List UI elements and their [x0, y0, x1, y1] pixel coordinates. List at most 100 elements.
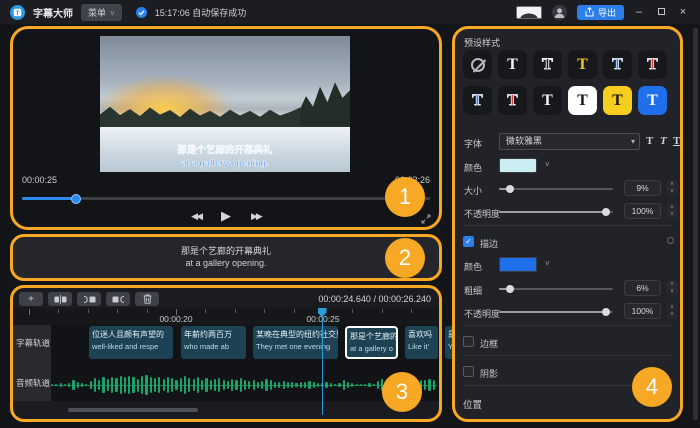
- seek-bar-handle[interactable]: [71, 194, 81, 204]
- text-color-swatch[interactable]: [499, 158, 537, 173]
- timeline-ruler[interactable]: 00:00:2000:00:25: [13, 308, 439, 325]
- play-button[interactable]: ▶: [221, 208, 231, 224]
- stroke-opacity-stepper[interactable]: [666, 303, 678, 319]
- size-slider[interactable]: [499, 188, 613, 190]
- stroke-weight-slider[interactable]: [499, 288, 613, 290]
- size-stepper[interactable]: [666, 180, 678, 196]
- border-checkbox[interactable]: [463, 336, 474, 347]
- shadow-checkbox[interactable]: [463, 366, 474, 377]
- italic-button[interactable]: T: [660, 135, 667, 147]
- preset-style-7[interactable]: T: [463, 86, 492, 115]
- subtitle-clip-1[interactable]: 位迷人且颇有声望的well-liked and respe: [89, 326, 173, 359]
- video-mini-thumbnail[interactable]: [516, 6, 542, 19]
- playback-controls: ◀◀ ▶ ▶▶: [13, 205, 439, 227]
- preset-style-8[interactable]: T: [498, 86, 527, 115]
- fullscreen-button[interactable]: [421, 211, 431, 229]
- timeline-toolbar: +: [19, 292, 159, 306]
- stroke-color-caret-icon[interactable]: [545, 259, 550, 268]
- stroke-weight-slider-handle[interactable]: [506, 285, 514, 293]
- preset-style-10[interactable]: T: [568, 86, 597, 115]
- waveform-bar: [201, 380, 203, 391]
- preset-T-glyph: T: [542, 93, 553, 109]
- delete-subtitle-button[interactable]: [135, 292, 159, 306]
- preset-T-glyph: T: [472, 93, 483, 109]
- divider: [463, 325, 672, 326]
- maximize-button[interactable]: [654, 6, 668, 18]
- subtitle-clip-4[interactable]: 那是个艺廊的at a gallery o: [345, 326, 398, 359]
- timeline-hscrollbar[interactable]: [68, 408, 198, 412]
- export-button[interactable]: 导出: [577, 5, 624, 20]
- size-slider-handle[interactable]: [506, 185, 514, 193]
- rewind-button[interactable]: ◀◀: [191, 211, 201, 222]
- bold-button[interactable]: T: [646, 135, 653, 147]
- menu-button[interactable]: 菜单: [81, 4, 122, 21]
- subtitle-clip-5[interactable]: 喜欢吗Like it': [405, 326, 438, 359]
- stroke-reset-icon[interactable]: [667, 237, 674, 244]
- stroke-weight-stepper[interactable]: [666, 280, 678, 296]
- caption-line2[interactable]: at a gallery opening.: [13, 258, 439, 268]
- waveform-bar: [141, 376, 143, 393]
- text-opacity-stepper[interactable]: [666, 203, 678, 219]
- merge-previous-button[interactable]: [77, 292, 101, 306]
- waveform-bar: [171, 378, 173, 392]
- add-subtitle-button[interactable]: +: [19, 292, 43, 306]
- preset-style-12[interactable]: T: [638, 86, 667, 115]
- stroke-color-swatch[interactable]: [499, 257, 537, 272]
- waveform-bar: [287, 382, 289, 389]
- waveform-bar: [205, 378, 207, 392]
- caption-line1[interactable]: 那是个艺廊的开幕典礼: [13, 244, 439, 257]
- caption-editor-panel[interactable]: 那是个艺廊的开幕典礼 at a gallery opening. 2: [10, 234, 442, 281]
- video-frame[interactable]: 那是个艺廊的开幕典礼 at a gallery opening.: [100, 36, 350, 172]
- stroke-checkbox[interactable]: ✓: [463, 236, 474, 247]
- text-opacity-value[interactable]: 100%: [624, 203, 661, 219]
- preset-style-1[interactable]: [463, 50, 492, 79]
- preset-style-6[interactable]: T: [638, 50, 667, 79]
- font-family-select[interactable]: 微软雅黑: [499, 133, 640, 150]
- waveform-bar: [295, 383, 297, 387]
- text-color-caret-icon[interactable]: [545, 160, 550, 169]
- waveform-bar: [68, 383, 70, 388]
- ruler-tick: [205, 309, 206, 313]
- waveform-bar: [325, 382, 327, 387]
- preset-style-11[interactable]: T: [603, 86, 632, 115]
- split-clip-button[interactable]: [48, 292, 72, 306]
- seek-bar-fill: [22, 197, 75, 200]
- clip-line2: Like it': [408, 341, 435, 353]
- minimize-button[interactable]: –: [632, 6, 646, 18]
- stroke-opacity-value[interactable]: 100%: [624, 303, 661, 319]
- preset-style-3[interactable]: T: [533, 50, 562, 79]
- close-button[interactable]: ×: [676, 6, 690, 18]
- waveform-bar: [373, 384, 375, 387]
- size-value[interactable]: 9%: [624, 180, 661, 196]
- text-opacity-slider[interactable]: [499, 211, 613, 213]
- merge-next-button[interactable]: [106, 292, 130, 306]
- preset-T-glyph: T: [612, 57, 623, 73]
- underline-button[interactable]: T: [673, 135, 680, 147]
- stroke-opacity-slider[interactable]: [499, 311, 613, 313]
- audio-track-label: 音频轨道: [16, 377, 50, 389]
- waveform-bar: [180, 378, 182, 393]
- stroke-weight-value[interactable]: 6%: [624, 280, 661, 296]
- waveform-bar: [364, 384, 366, 387]
- preset-style-9[interactable]: T: [533, 86, 562, 115]
- preset-style-5[interactable]: T: [603, 50, 632, 79]
- preset-T-glyph: T: [507, 93, 518, 109]
- text-opacity-slider-handle[interactable]: [602, 208, 610, 216]
- panel-scrollbar[interactable]: [693, 28, 698, 420]
- video-preview-panel: 那是个艺廊的开幕典礼 at a gallery opening. 00:00:2…: [10, 26, 442, 230]
- waveform-bar: [257, 382, 259, 389]
- waveform-bar: [167, 377, 169, 393]
- subtitle-clip-2[interactable]: 年薪约两百万who made ab: [181, 326, 246, 359]
- stroke-opacity-slider-handle[interactable]: [602, 308, 610, 316]
- waveform-bar: [77, 382, 79, 388]
- user-avatar[interactable]: [552, 5, 567, 20]
- track-label-column: 字幕轨道 音频轨道: [13, 325, 51, 401]
- subtitle-clip-3[interactable]: 某晚在典型的纽约社交聚They met one evening: [253, 326, 338, 359]
- preset-style-4[interactable]: T: [568, 50, 597, 79]
- waveform-bar: [253, 380, 255, 389]
- audio-waveform[interactable]: [51, 367, 437, 403]
- ruler-label: 00:00:20: [159, 314, 192, 324]
- preset-style-2[interactable]: T: [498, 50, 527, 79]
- forward-button[interactable]: ▶▶: [251, 211, 261, 222]
- seek-bar[interactable]: [22, 197, 430, 200]
